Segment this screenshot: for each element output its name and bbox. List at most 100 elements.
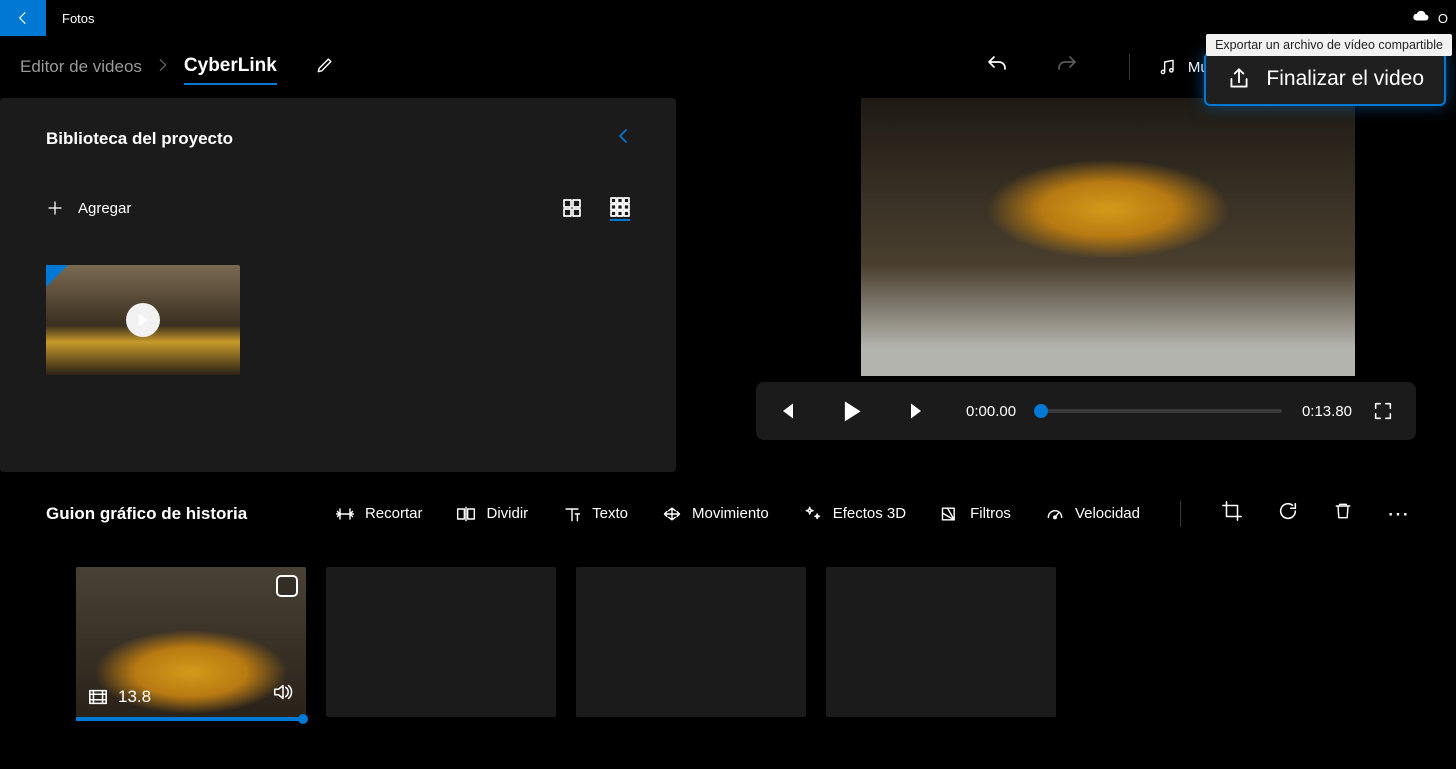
main-content-row: Biblioteca del proyecto Agregar: [0, 98, 1456, 472]
breadcrumb-current[interactable]: CyberLink: [184, 55, 277, 85]
current-time: 0:00.00: [966, 403, 1016, 420]
breadcrumb-root[interactable]: Editor de videos: [20, 57, 142, 77]
speed-icon: [1045, 505, 1065, 523]
undo-button[interactable]: [985, 53, 1009, 82]
breadcrumb: Editor de videos CyberLink: [20, 49, 335, 85]
total-time: 0:13.80: [1302, 403, 1352, 420]
preview-panel: 0:00.00 0:13.80: [676, 98, 1456, 472]
finalize-label: Finalizar el video: [1266, 67, 1424, 91]
storyboard-clips: 13.8: [46, 567, 1410, 717]
pencil-icon: [315, 55, 335, 75]
plus-icon: [46, 199, 64, 217]
storyboard-toolbar: Recortar Dividir Texto Movimiento Efecto…: [335, 500, 1410, 527]
speed-button[interactable]: Velocidad: [1045, 505, 1140, 523]
storyboard-header-row: Guion gráfico de historia Recortar Divid…: [46, 500, 1410, 527]
play-icon: [842, 400, 862, 423]
undo-redo-group: [985, 53, 1079, 82]
grid-2x2-icon: [562, 198, 582, 218]
undo-icon: [985, 53, 1009, 77]
crop-icon: [1221, 500, 1243, 522]
seek-slider[interactable]: [1036, 409, 1282, 413]
storyboard-divider: [1180, 501, 1181, 527]
music-icon: [1158, 57, 1178, 77]
filters-button[interactable]: Filtros: [940, 505, 1011, 523]
filmstrip-icon: [88, 688, 108, 706]
motion-button[interactable]: Movimiento: [662, 505, 769, 523]
trim-button[interactable]: Recortar: [335, 505, 423, 523]
storyboard-slot-empty[interactable]: [576, 567, 806, 717]
fullscreen-button[interactable]: [1372, 400, 1394, 422]
finalize-video-button[interactable]: Finalizar el video: [1204, 52, 1446, 106]
title-bar: Fotos O: [0, 0, 1456, 36]
player-controls-bar: 0:00.00 0:13.80: [756, 382, 1416, 440]
rotate-button[interactable]: [1277, 500, 1299, 527]
rotate-icon: [1277, 500, 1299, 522]
split-button[interactable]: Dividir: [456, 505, 528, 523]
clip-progress-bar[interactable]: [76, 717, 306, 721]
split-icon: [456, 505, 476, 523]
effects-3d-button[interactable]: Efectos 3D: [803, 505, 906, 523]
storyboard-title: Guion gráfico de historia: [46, 504, 247, 524]
storyboard-more-button[interactable]: ⋯: [1387, 501, 1410, 527]
project-library-panel: Biblioteca del proyecto Agregar: [0, 98, 676, 472]
text-button[interactable]: Texto: [562, 505, 628, 523]
motion-label: Movimiento: [692, 505, 769, 522]
back-button[interactable]: [0, 0, 46, 36]
rename-button[interactable]: [315, 55, 335, 80]
play-button[interactable]: [842, 401, 862, 421]
collapse-library-button[interactable]: [616, 128, 630, 149]
grid-3x3-icon: [610, 197, 630, 217]
export-icon: [1226, 66, 1252, 92]
split-label: Dividir: [486, 505, 528, 522]
chevron-left-icon: [616, 128, 630, 144]
speed-label: Velocidad: [1075, 505, 1140, 522]
speaker-icon: [272, 682, 294, 702]
trim-icon: [335, 505, 355, 523]
text-icon: [562, 505, 582, 523]
storyboard-clip[interactable]: 13.8: [76, 567, 306, 717]
text-label: Texto: [592, 505, 628, 522]
finalize-tooltip: Exportar un archivo de vídeo compartible: [1206, 34, 1452, 56]
delete-button[interactable]: [1333, 500, 1353, 527]
step-forward-icon: [906, 401, 926, 421]
video-preview[interactable]: [861, 98, 1355, 376]
storyboard-slot-empty[interactable]: [326, 567, 556, 717]
library-items: [46, 265, 630, 375]
grid-small-button[interactable]: [610, 201, 630, 221]
title-bar-right: O: [1412, 9, 1456, 28]
add-media-button[interactable]: Agregar: [46, 199, 131, 217]
cloud-icon: [1412, 9, 1430, 28]
library-clip-thumbnail[interactable]: [46, 265, 240, 375]
storyboard-section: Guion gráfico de historia Recortar Divid…: [0, 500, 1456, 717]
frame-forward-button[interactable]: [906, 401, 926, 421]
grid-large-button[interactable]: [562, 198, 582, 218]
app-title: Fotos: [62, 11, 95, 26]
seek-thumb[interactable]: [1034, 404, 1048, 418]
redo-icon: [1055, 53, 1079, 77]
filters-label: Filtros: [970, 505, 1011, 522]
frame-back-button[interactable]: [778, 401, 798, 421]
step-back-icon: [778, 401, 798, 421]
finalize-wrapper: Exportar un archivo de vídeo compartible…: [1204, 46, 1446, 106]
play-badge-icon: [126, 303, 160, 337]
motion-icon: [662, 505, 682, 523]
effects-3d-label: Efectos 3D: [833, 505, 906, 522]
chevron-right-icon: [158, 58, 168, 77]
library-title: Biblioteca del proyecto: [46, 129, 233, 149]
crop-button[interactable]: [1221, 500, 1243, 527]
clip-select-checkbox[interactable]: [276, 575, 298, 597]
trim-label: Recortar: [365, 505, 423, 522]
clip-duration: 13.8: [118, 687, 151, 707]
clip-info: 13.8: [88, 687, 151, 707]
toolbar-divider: [1129, 54, 1130, 80]
add-label: Agregar: [78, 200, 131, 217]
view-toggle-group: [562, 195, 630, 221]
sparkle-icon: [803, 505, 823, 523]
main-toolbar: Editor de videos CyberLink Música de fon…: [0, 36, 1456, 98]
library-controls: Agregar: [46, 195, 630, 221]
storyboard-slot-empty[interactable]: [826, 567, 1056, 717]
cloud-status-text: O: [1438, 11, 1448, 26]
filters-icon: [940, 505, 960, 523]
clip-audio-icon[interactable]: [272, 682, 294, 707]
fullscreen-icon: [1372, 400, 1394, 422]
